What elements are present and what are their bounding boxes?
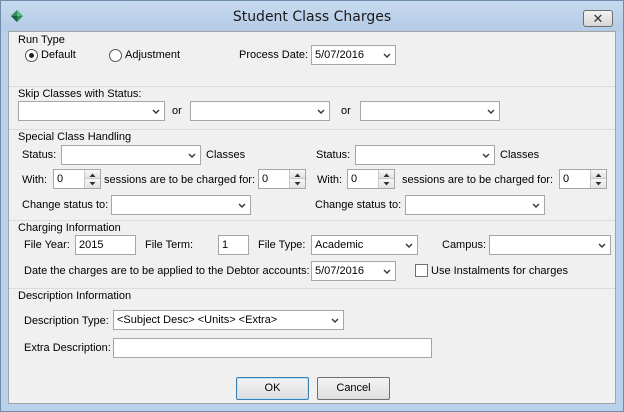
extra-description-input[interactable]	[113, 338, 432, 358]
left-status-dropdown[interactable]	[61, 145, 201, 165]
chevron-down-icon[interactable]	[530, 199, 542, 211]
skip-status-dropdown-1[interactable]	[18, 101, 165, 121]
dialog-window: Student Class Charges ✕ Run Type Default…	[0, 0, 624, 412]
right-with-stepper[interactable]: 0	[347, 169, 395, 189]
description-type-value: <Subject Desc> <Units> <Extra>	[117, 314, 278, 326]
right-sessions-label: sessions are to be charged for:	[402, 174, 554, 186]
right-charged-stepper[interactable]: 0	[559, 169, 607, 189]
instalments-label[interactable]: Use Instalments for charges	[431, 265, 568, 277]
left-charged-value: 0	[262, 173, 269, 185]
adjustment-radio[interactable]	[109, 49, 122, 62]
file-term-input[interactable]: 1	[218, 235, 249, 255]
file-term-value: 1	[222, 239, 229, 251]
chevron-down-icon[interactable]	[381, 265, 393, 277]
description-type-dropdown[interactable]: <Subject Desc> <Units> <Extra>	[113, 310, 344, 330]
spin-down-button[interactable]	[85, 179, 100, 188]
left-with-stepper[interactable]: 0	[53, 169, 101, 189]
left-with-label: With:	[22, 174, 48, 186]
spin-up-button[interactable]	[591, 170, 606, 179]
file-year-value: 2015	[79, 239, 104, 251]
chevron-down-icon[interactable]	[236, 199, 248, 211]
chevron-down-icon[interactable]	[381, 49, 393, 61]
left-charged-stepper[interactable]: 0	[258, 169, 306, 189]
dialog-body: Run Type Default Adjustment Process Date…	[8, 31, 616, 404]
close-button[interactable]: ✕	[583, 10, 613, 27]
date-applied-picker[interactable]: 5/07/2016	[311, 261, 396, 281]
extra-description-label: Extra Description:	[24, 342, 111, 354]
default-radio-label[interactable]: Default	[41, 49, 76, 61]
process-date-value: 5/07/2016	[315, 49, 364, 61]
file-year-input[interactable]: 2015	[75, 235, 136, 255]
spin-down-button[interactable]	[591, 179, 606, 188]
cancel-button[interactable]: Cancel	[317, 377, 390, 400]
left-change-status-dropdown[interactable]	[111, 195, 251, 215]
skip-classes-heading: Skip Classes with Status:	[18, 88, 142, 100]
charging-group	[9, 220, 615, 221]
file-term-label: File Term:	[145, 239, 194, 251]
skip-status-dropdown-2[interactable]	[190, 101, 330, 121]
close-icon: ✕	[592, 11, 604, 26]
chevron-down-icon[interactable]	[329, 314, 341, 326]
chevron-down-icon[interactable]	[596, 239, 608, 251]
title-bar[interactable]: Student Class Charges ✕	[1, 1, 623, 31]
right-classes-label: Classes	[500, 149, 540, 161]
spin-down-button[interactable]	[379, 179, 394, 188]
default-radio[interactable]	[25, 49, 38, 62]
or-label-2: or	[341, 105, 351, 117]
or-label-1: or	[172, 105, 182, 117]
right-status-dropdown[interactable]	[355, 145, 495, 165]
chevron-down-icon[interactable]	[315, 105, 327, 117]
ok-button[interactable]: OK	[236, 377, 309, 400]
right-with-label: With:	[317, 174, 343, 186]
skip-classes-group	[9, 86, 615, 87]
skip-status-dropdown-3[interactable]	[360, 101, 500, 121]
window-title: Student Class Charges	[232, 9, 392, 25]
charging-heading: Charging Information	[18, 222, 121, 234]
special-handling-heading: Special Class Handling	[18, 131, 132, 143]
process-date-picker[interactable]: 5/07/2016	[311, 45, 396, 65]
left-with-value: 0	[57, 173, 64, 185]
campus-dropdown[interactable]	[489, 235, 611, 255]
description-group	[9, 288, 615, 289]
left-sessions-label: sessions are to be charged for:	[104, 174, 256, 186]
description-heading: Description Information	[18, 290, 132, 302]
right-with-value: 0	[351, 173, 358, 185]
file-type-label: File Type:	[258, 239, 306, 251]
right-change-status-label: Change status to:	[315, 199, 402, 211]
right-status-label: Status:	[316, 149, 351, 161]
spin-up-button[interactable]	[379, 170, 394, 179]
date-applied-label: Date the charges are to be applied to th…	[24, 265, 310, 277]
date-applied-value: 5/07/2016	[315, 265, 364, 277]
spin-up-button[interactable]	[85, 170, 100, 179]
adjustment-radio-label[interactable]: Adjustment	[125, 49, 180, 61]
chevron-down-icon[interactable]	[150, 105, 162, 117]
right-charged-value: 0	[563, 173, 570, 185]
spin-up-button[interactable]	[290, 170, 305, 179]
special-handling-group	[9, 129, 615, 130]
file-type-value: Academic	[315, 239, 364, 251]
description-type-label: Description Type:	[24, 315, 109, 327]
file-year-label: File Year:	[24, 239, 70, 251]
campus-label: Campus:	[442, 239, 487, 251]
file-type-dropdown[interactable]: Academic	[311, 235, 418, 255]
right-change-status-dropdown[interactable]	[405, 195, 545, 215]
left-status-label: Status:	[22, 149, 57, 161]
left-classes-label: Classes	[206, 149, 246, 161]
left-change-status-label: Change status to:	[22, 199, 109, 211]
chevron-down-icon[interactable]	[186, 149, 198, 161]
process-date-label: Process Date:	[239, 49, 309, 61]
run-type-heading: Run Type	[18, 34, 65, 46]
chevron-down-icon[interactable]	[403, 239, 415, 251]
spin-down-button[interactable]	[290, 179, 305, 188]
instalments-checkbox[interactable]	[415, 264, 428, 277]
chevron-down-icon[interactable]	[485, 105, 497, 117]
chevron-down-icon[interactable]	[480, 149, 492, 161]
